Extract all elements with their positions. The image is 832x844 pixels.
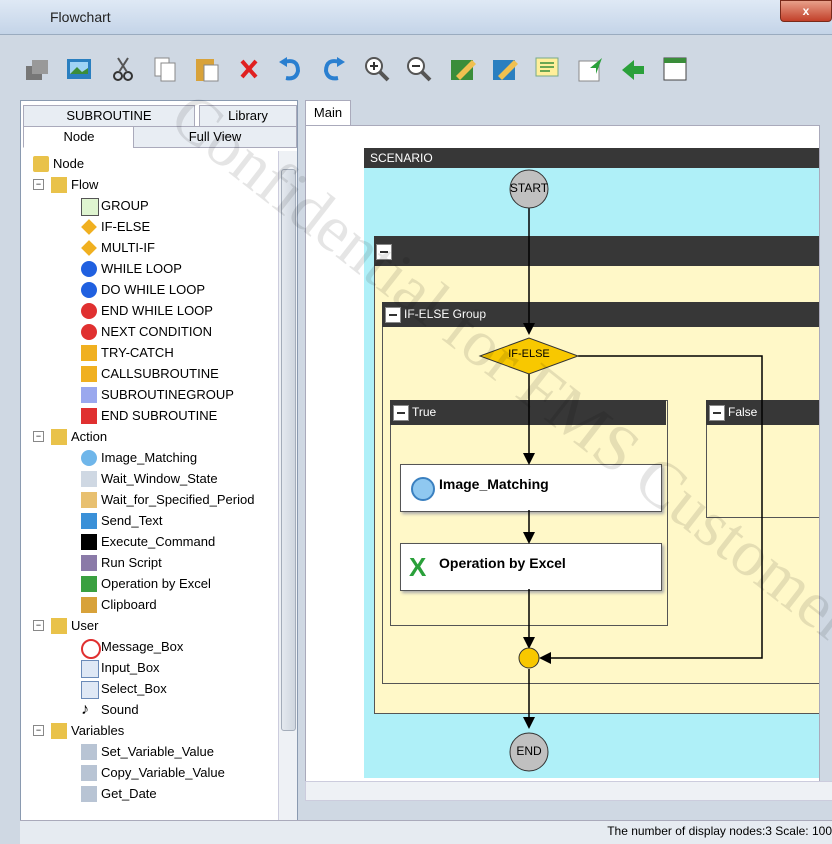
window-title: Flowchart (50, 9, 111, 25)
cut-icon[interactable] (106, 52, 140, 86)
folder-icon (51, 177, 67, 193)
next-condition-icon (81, 324, 97, 340)
folder-icon (33, 156, 49, 172)
scroll-thumb[interactable] (281, 169, 296, 731)
new-node-icon[interactable] (20, 52, 54, 86)
expand-variables-icon[interactable]: − (33, 725, 44, 736)
expand-user-icon[interactable]: − (33, 620, 44, 631)
select-box-icon (81, 681, 99, 699)
end-label: END (516, 744, 542, 758)
variable-icon (81, 765, 97, 781)
redo-icon[interactable] (316, 52, 350, 86)
callsubroutine-icon (81, 366, 97, 382)
status-bar: The number of display nodes:3 Scale: 100 (20, 820, 832, 844)
title-bar: Flowchart x (0, 0, 832, 35)
start-label: START (509, 181, 549, 195)
if-else-label: IF-ELSE (508, 348, 550, 360)
message-box-icon (81, 639, 101, 659)
node-tree: Node − Flow GROUP IF-ELSE MULTI-IF WHILE… (21, 151, 277, 821)
copy-icon[interactable] (148, 52, 182, 86)
close-button[interactable]: x (780, 0, 832, 22)
folder-icon (51, 723, 67, 739)
try-catch-icon (81, 345, 97, 361)
edit2-icon[interactable] (488, 52, 522, 86)
main-area: Main SCENARIO IF-ELSE Group True False I… (305, 100, 832, 820)
status-text: The number of display nodes:3 Scale: 100 (607, 824, 832, 838)
script-icon (81, 555, 97, 571)
flow-connectors (478, 169, 763, 772)
if-else-icon (81, 219, 97, 235)
edit-icon[interactable] (446, 52, 480, 86)
end-subroutine-icon (81, 408, 97, 424)
image-icon[interactable] (62, 52, 96, 86)
input-box-icon (81, 660, 99, 678)
tab-node[interactable]: Node (23, 126, 135, 148)
folder-icon (51, 618, 67, 634)
tree-scrollbar[interactable] (278, 151, 297, 821)
terminal-icon (81, 534, 97, 550)
folder-icon (51, 429, 67, 445)
tab-full-view[interactable]: Full View (133, 126, 297, 148)
music-note-icon: ♪ (81, 701, 89, 718)
import-icon[interactable] (574, 52, 608, 86)
hourglass-icon (81, 492, 97, 508)
zoom-out-icon[interactable] (402, 52, 436, 86)
export-icon[interactable] (616, 52, 650, 86)
hourglass-icon (81, 471, 97, 487)
window-icon[interactable] (658, 52, 692, 86)
paste-icon[interactable] (190, 52, 224, 86)
tab-library[interactable]: Library (199, 105, 297, 127)
flow-canvas[interactable]: SCENARIO IF-ELSE Group True False Image_… (305, 125, 820, 782)
excel-icon (81, 576, 97, 592)
delete-icon[interactable] (232, 52, 266, 86)
clipboard-icon (81, 597, 97, 613)
undo-icon[interactable] (274, 52, 308, 86)
comment-icon[interactable] (530, 52, 564, 86)
while-loop-icon (81, 261, 97, 277)
tab-main[interactable]: Main (305, 100, 351, 125)
merge-point[interactable] (518, 647, 540, 669)
group-icon (81, 198, 99, 216)
subroutinegroup-icon (81, 387, 97, 403)
expand-action-icon[interactable]: − (33, 431, 44, 442)
multi-if-icon (81, 240, 97, 256)
tab-subroutine[interactable]: SUBROUTINE (23, 105, 195, 127)
variable-icon (81, 744, 97, 760)
variable-icon (81, 786, 97, 802)
left-panel: SUBROUTINE Library Node Full View Node −… (20, 100, 298, 822)
horizontal-scrollbar[interactable] (305, 781, 832, 801)
end-while-loop-icon (81, 303, 97, 319)
keyboard-icon (81, 513, 97, 529)
do-while-loop-icon (81, 282, 97, 298)
magnifier-icon (81, 450, 97, 466)
zoom-in-icon[interactable] (360, 52, 394, 86)
expand-flow-icon[interactable]: − (33, 179, 44, 190)
toolbar (20, 42, 832, 94)
